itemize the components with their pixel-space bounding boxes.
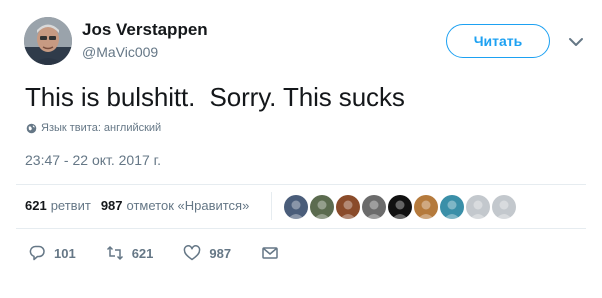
author-avatar[interactable] — [24, 17, 72, 65]
retweets-count: 621 — [25, 198, 47, 213]
liker-avatar-8[interactable] — [466, 195, 490, 219]
like-button[interactable]: 987 — [183, 244, 231, 262]
stats-separator — [271, 192, 272, 220]
liker-avatar-2[interactable] — [310, 195, 334, 219]
tweet-timestamp[interactable]: 23:47 - 22 окт. 2017 г. — [25, 152, 161, 168]
retweet-count: 621 — [131, 245, 154, 261]
reply-icon — [29, 245, 45, 261]
follow-button[interactable]: Читать — [446, 24, 550, 58]
likes-count: 987 — [100, 198, 123, 213]
likes-stat[interactable]: 987 отметок «Нравится» — [101, 198, 250, 213]
tweet-stats: 621 ретвит 987 отметок «Нравится» — [25, 198, 249, 213]
liker-avatar-1[interactable] — [284, 195, 308, 219]
liker-avatar-9[interactable] — [492, 195, 516, 219]
retweet-button[interactable]: 621 — [106, 244, 154, 262]
liker-avatar-7[interactable] — [440, 195, 464, 219]
author-name[interactable]: Jos Verstappen — [82, 20, 208, 40]
reply-count: 101 — [54, 245, 76, 261]
tweet-actions: 101 621 987 — [28, 244, 279, 262]
liker-avatar-4[interactable] — [362, 195, 386, 219]
divider — [16, 228, 586, 229]
likers-list — [284, 195, 516, 219]
tweet-language-label: Язык твита: английский — [41, 122, 162, 134]
author-handle[interactable]: @MaVic009 — [82, 44, 158, 60]
retweets-stat[interactable]: 621 ретвит — [25, 198, 91, 213]
tweet-language: Язык твита: английский — [26, 122, 161, 134]
retweets-label: ретвит — [50, 198, 91, 213]
tweet-card: Jos Verstappen @MaVic009 Читать This is … — [0, 0, 602, 298]
likes-label: отметок «Нравится» — [126, 198, 250, 213]
heart-icon — [184, 245, 201, 261]
liker-avatar-3[interactable] — [336, 195, 360, 219]
globe-icon — [26, 123, 37, 133]
divider — [16, 184, 586, 185]
tweet-text: This is bulshitt. Sorry. This sucks — [25, 82, 405, 112]
envelope-icon — [262, 247, 278, 259]
direct-message-button[interactable] — [261, 244, 279, 262]
like-count: 987 — [209, 245, 232, 261]
retweet-icon — [106, 245, 123, 261]
chevron-down-icon[interactable] — [567, 35, 585, 49]
reply-button[interactable]: 101 — [28, 244, 76, 262]
liker-avatar-5[interactable] — [388, 195, 412, 219]
liker-avatar-6[interactable] — [414, 195, 438, 219]
